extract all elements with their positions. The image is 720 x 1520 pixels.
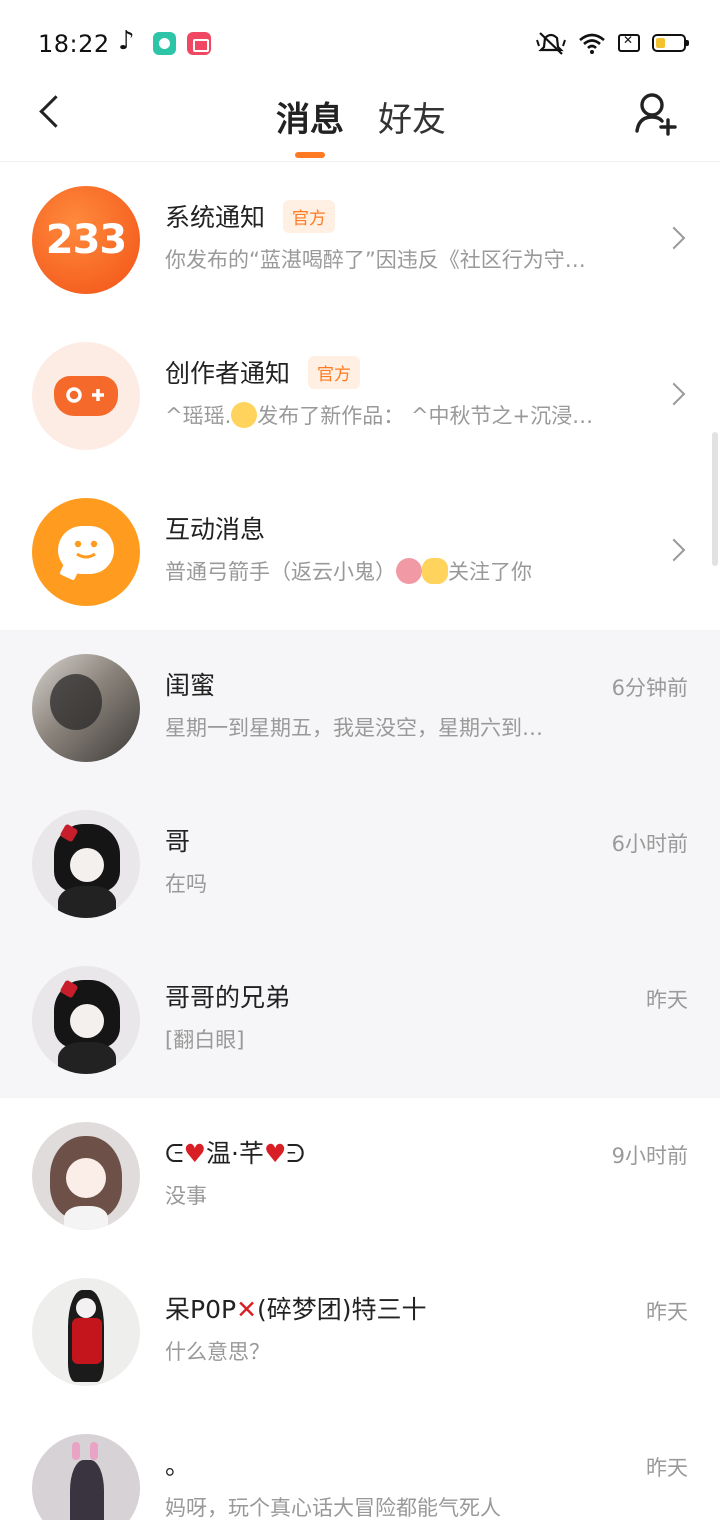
music-note-icon: ♪ [118, 26, 135, 56]
fist-emoji-icon [422, 558, 448, 584]
last-message: 在吗 [165, 872, 207, 896]
system-notification-row[interactable]: 233 系统通知 官方 你发布的“蓝湛喝醉了”因违反《社区行为守… [0, 162, 720, 318]
battery-icon [652, 34, 689, 52]
row-preview: ^瑶瑶. 发布了新作品： ^中秋节之+沉浸… [165, 402, 594, 428]
last-message: 星期一到星期五，我是没空，星期六到… [165, 716, 543, 740]
video-app-icon [187, 32, 211, 55]
chat-row-gege-brother[interactable]: 哥哥的兄弟 [翻白眼] 昨天 [0, 942, 720, 1098]
official-badge: 官方 [308, 355, 361, 389]
contact-name: 哥 [165, 827, 191, 856]
avatar [32, 1122, 140, 1230]
message-time: 6分钟前 [611, 676, 688, 700]
tab-messages[interactable]: 消息 [276, 92, 344, 141]
contact-name: 哥哥的兄弟 [165, 983, 291, 1012]
avatar [32, 810, 140, 918]
mute-icon [536, 32, 566, 55]
system-notification-avatar: 233 [32, 186, 140, 294]
message-time: 6小时前 [611, 832, 688, 856]
chat-row-wen-qian[interactable]: ᕮ♥温·芊♥ᕭ 没事 9小时前 [0, 1098, 720, 1254]
chat-row-guimi[interactable]: 闺蜜 星期一到星期五，我是没空，星期六到… 6分钟前 [0, 630, 720, 786]
creator-notification-row[interactable]: 创作者通知 官方 ^瑶瑶. 发布了新作品： ^中秋节之+沉浸… [0, 318, 720, 474]
message-time: 9小时前 [611, 1144, 688, 1168]
scrollbar[interactable] [712, 432, 718, 566]
heart-icon: ♥ [263, 1139, 287, 1168]
gamepad-icon [32, 342, 140, 450]
heart-icon: ♥ [183, 1139, 207, 1168]
row-preview: 普通弓箭手（返云小鬼） 关注了你 [165, 558, 532, 584]
chevron-right-icon [666, 384, 686, 404]
chat-row-ge[interactable]: 哥 在吗 6小时前 [0, 786, 720, 942]
avatar [32, 654, 140, 762]
status-time: 18:22 [38, 30, 110, 58]
message-time: 昨天 [646, 988, 688, 1012]
cross-mark-icon: ✕ [236, 1295, 258, 1324]
sim-off-icon [618, 33, 640, 52]
contact-name: 呆P0P✕(碎梦团)特三十 [165, 1295, 427, 1324]
message-list: 233 系统通知 官方 你发布的“蓝湛喝醉了”因违反《社区行为守… 创作者通知 … [0, 162, 720, 1520]
chat-row-dot[interactable]: 。 妈呀，玩个真心话大冒险都能气死人 昨天 [0, 1410, 720, 1520]
chat-row-daipop[interactable]: 呆P0P✕(碎梦团)特三十 什么意思？ 昨天 [0, 1254, 720, 1410]
row-preview: 你发布的“蓝湛喝醉了”因违反《社区行为守… [165, 248, 586, 272]
status-bar: 18:22 ♪ [0, 0, 720, 90]
header: 消息 好友 [0, 90, 720, 162]
row-title: 创作者通知 [165, 359, 291, 388]
angry-face-emoji-icon [396, 558, 422, 584]
add-friend-icon[interactable] [632, 90, 680, 138]
official-badge: 官方 [283, 199, 336, 233]
chat-app-icon [153, 32, 176, 55]
interaction-notification-row[interactable]: 互动消息 普通弓箭手（返云小鬼） 关注了你 [0, 474, 720, 630]
chevron-right-icon [666, 540, 686, 560]
last-message: 什么意思？ [165, 1340, 270, 1364]
last-message: [翻白眼] [165, 1028, 245, 1052]
message-time: 昨天 [646, 1456, 688, 1480]
contact-name: 闺蜜 [165, 671, 216, 700]
last-message: 没事 [165, 1184, 207, 1208]
row-title: 系统通知 [165, 203, 266, 232]
tab-friends[interactable]: 好友 [378, 92, 446, 141]
status-icons [536, 30, 689, 56]
contact-name: ᕮ♥温·芊♥ᕭ [165, 1139, 306, 1168]
avatar [32, 966, 140, 1074]
sweat-smile-emoji-icon [231, 402, 258, 428]
back-icon[interactable] [30, 92, 70, 136]
row-title: 互动消息 [165, 515, 266, 544]
active-tab-indicator [295, 152, 325, 158]
last-message: 妈呀，玩个真心话大冒险都能气死人 [165, 1496, 501, 1520]
avatar [32, 1434, 140, 1520]
contact-name: 。 [165, 1451, 191, 1480]
avatar [32, 1278, 140, 1386]
chevron-right-icon [666, 228, 686, 248]
chat-bubble-icon [32, 498, 140, 606]
wifi-icon [579, 33, 605, 54]
message-time: 昨天 [646, 1300, 688, 1324]
